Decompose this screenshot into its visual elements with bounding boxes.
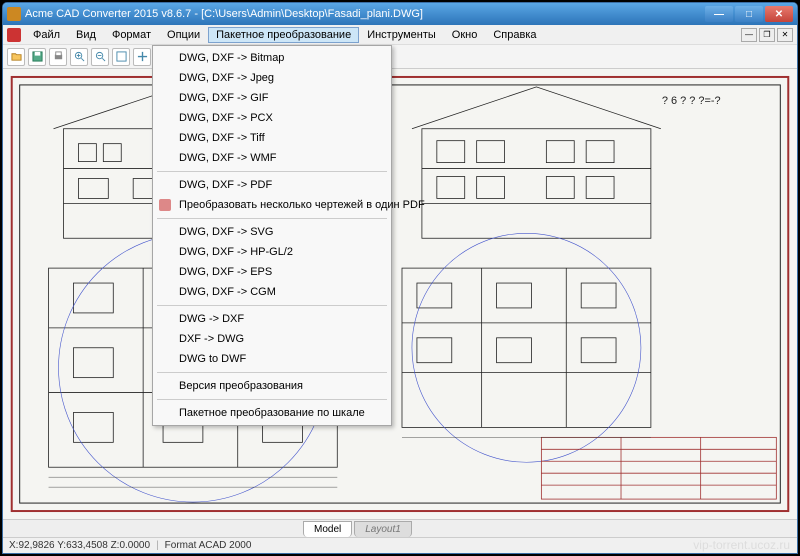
menu-item[interactable]: DWG, DXF -> GIF — [155, 88, 389, 108]
app-icon — [7, 7, 21, 21]
menu-item[interactable]: Преобразовать несколько чертежей в один … — [155, 195, 389, 215]
menu-файл[interactable]: Файл — [25, 27, 68, 43]
print-button[interactable] — [49, 48, 67, 66]
menu-справка[interactable]: Справка — [485, 27, 544, 43]
zoom-out-button[interactable] — [91, 48, 109, 66]
menu-item[interactable]: DWG, DXF -> SVG — [155, 222, 389, 242]
window-title: Acme CAD Converter 2015 v8.6.7 - [C:\Use… — [25, 8, 705, 20]
tab-layout1[interactable]: Layout1 — [354, 521, 412, 537]
save-button[interactable] — [28, 48, 46, 66]
menu-separator — [157, 171, 387, 172]
cad-drawing: ? 6 ? ? ?=-? — [3, 69, 797, 519]
cursor-coords: X:92,9826 Y:633,4508 Z:0.0000 — [9, 540, 150, 551]
menu-вид[interactable]: Вид — [68, 27, 104, 43]
menu-separator — [157, 218, 387, 219]
mdi-restore-button[interactable]: ❐ — [759, 28, 775, 42]
zoom-in-button[interactable] — [70, 48, 88, 66]
zoom-extents-button[interactable] — [112, 48, 130, 66]
menu-separator — [157, 399, 387, 400]
menu-item[interactable]: DWG, DXF -> Tiff — [155, 128, 389, 148]
menu-item[interactable]: DWG, DXF -> Jpeg — [155, 68, 389, 88]
mdi-icon — [7, 28, 21, 42]
menu-item[interactable]: DWG, DXF -> PDF — [155, 175, 389, 195]
drawing-area[interactable]: ? 6 ? ? ?=-? — [3, 69, 797, 519]
menu-item[interactable]: DWG, DXF -> CGM — [155, 282, 389, 302]
menu-item[interactable]: DWG, DXF -> HP-GL/2 — [155, 242, 389, 262]
batch-convert-menu: DWG, DXF -> BitmapDWG, DXF -> JpegDWG, D… — [152, 45, 392, 426]
menu-item[interactable]: DWG, DXF -> EPS — [155, 262, 389, 282]
menu-item[interactable]: DWG to DWF — [155, 349, 389, 369]
maximize-button[interactable]: □ — [735, 6, 763, 22]
close-button[interactable]: ✕ — [765, 6, 793, 22]
pan-button[interactable] — [133, 48, 151, 66]
menu-окно[interactable]: Окно — [444, 27, 486, 43]
statusbar: X:92,9826 Y:633,4508 Z:0.0000 | Format A… — [3, 537, 797, 553]
mdi-controls: — ❐ ✕ — [741, 28, 797, 42]
open-file-button[interactable] — [7, 48, 25, 66]
menu-item[interactable]: DWG -> DXF — [155, 309, 389, 329]
menu-item[interactable]: DXF -> DWG — [155, 329, 389, 349]
status-separator: | — [156, 540, 159, 551]
mdi-minimize-button[interactable]: — — [741, 28, 757, 42]
menu-item[interactable]: DWG, DXF -> Bitmap — [155, 48, 389, 68]
minimize-button[interactable]: — — [705, 6, 733, 22]
menu-item[interactable]: DWG, DXF -> PCX — [155, 108, 389, 128]
file-format: Format ACAD 2000 — [165, 540, 252, 551]
toolbar — [3, 45, 797, 69]
drawing-label: ? 6 ? ? ?=-? — [662, 95, 721, 107]
layout-tabs: Model Layout1 — [3, 519, 797, 537]
window-controls: — □ ✕ — [705, 6, 793, 22]
mdi-close-button[interactable]: ✕ — [777, 28, 793, 42]
menu-инструменты[interactable]: Инструменты — [359, 27, 444, 43]
menu-item[interactable]: DWG, DXF -> WMF — [155, 148, 389, 168]
menu-опции[interactable]: Опции — [159, 27, 208, 43]
menu-item[interactable]: Пакетное преобразование по шкале — [155, 403, 389, 423]
tab-model[interactable]: Model — [303, 521, 352, 537]
menubar: ФайлВидФорматОпцииПакетное преобразовани… — [3, 25, 797, 45]
app-window: Acme CAD Converter 2015 v8.6.7 - [C:\Use… — [2, 2, 798, 554]
menu-формат[interactable]: Формат — [104, 27, 159, 43]
menu-пакетное преобразование[interactable]: Пакетное преобразование — [208, 27, 359, 43]
titlebar: Acme CAD Converter 2015 v8.6.7 - [C:\Use… — [3, 3, 797, 25]
menu-separator — [157, 305, 387, 306]
menu-separator — [157, 372, 387, 373]
menu-item[interactable]: Версия преобразования — [155, 376, 389, 396]
